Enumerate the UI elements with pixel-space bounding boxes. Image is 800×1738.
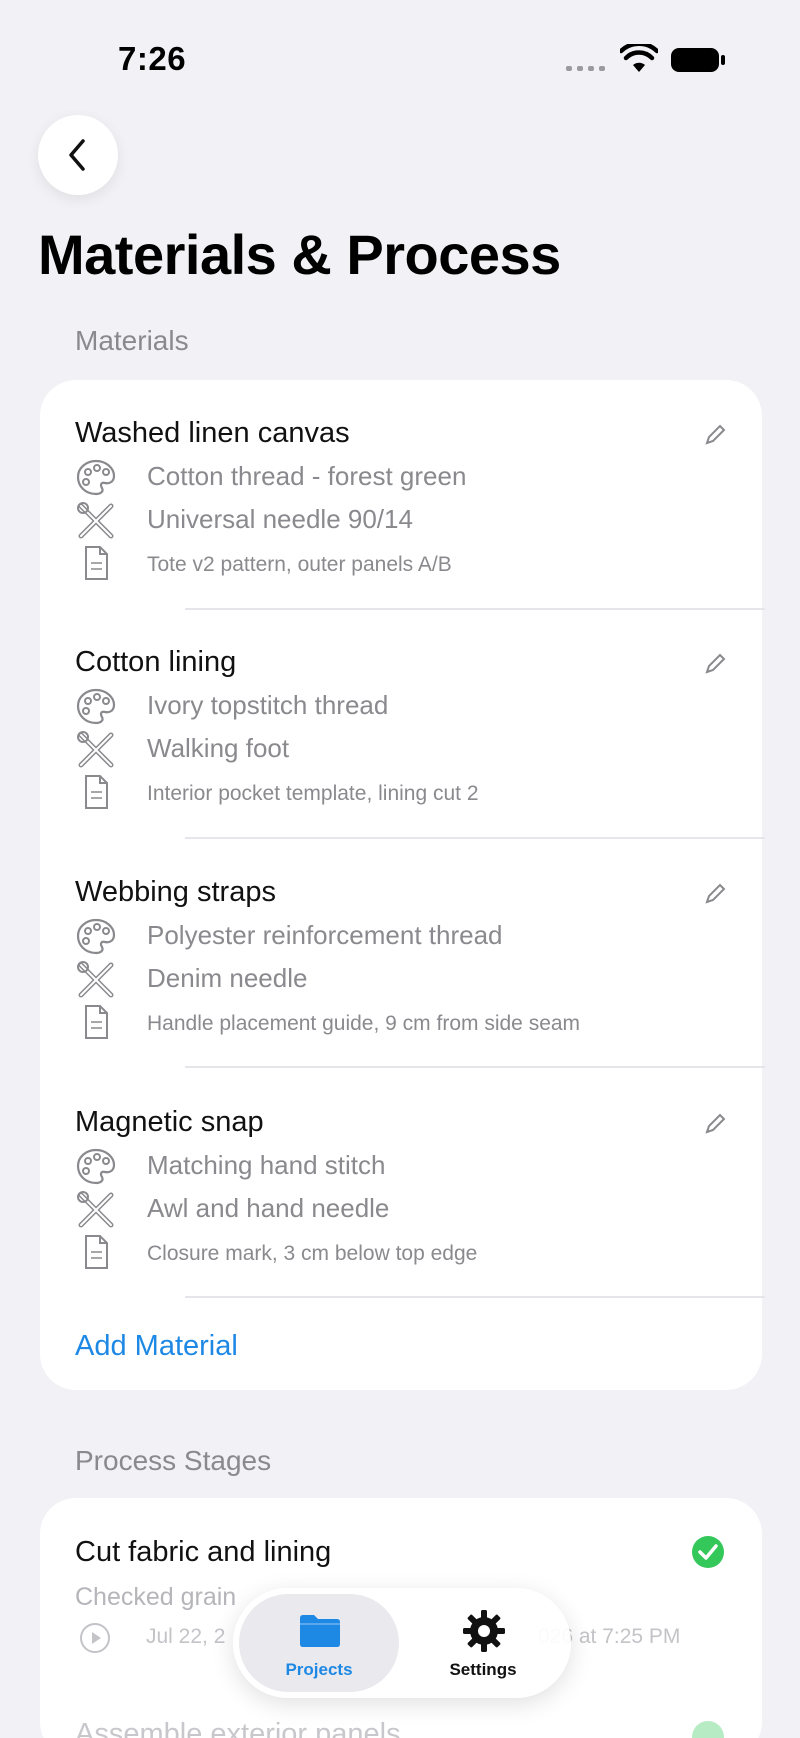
material-note: Closure mark, 3 cm below top edge [147,1242,478,1265]
chevron-left-icon [69,139,85,171]
tools-icon [77,1191,114,1228]
stage-name[interactable]: Assemble exterior panels [75,1718,401,1738]
tab-settings[interactable]: Settings [403,1594,563,1692]
back-button[interactable] [38,115,118,195]
material-note: Tote v2 pattern, outer panels A/B [147,553,452,576]
battery-icon [671,48,725,72]
material-tool: Walking foot [147,733,290,763]
divider [185,1066,765,1068]
status-time: 7:26 [118,40,187,77]
material-thread-row: Polyester reinforcement thread [75,916,727,956]
stage-date-start: Jul 22, 2 [146,1625,226,1648]
palette-icon [76,459,116,496]
material-thread: Matching hand stitch [147,1150,386,1180]
material-thread: Cotton thread - forest green [147,461,467,491]
checkmark-circle-icon [692,1721,724,1738]
material-name: Cotton lining [75,646,237,678]
material-tool: Denim needle [147,963,308,993]
document-icon [85,1005,108,1039]
material-thread: Polyester reinforcement thread [147,920,503,950]
document-icon [85,775,108,809]
status-bar: 7:26 [0,0,800,110]
material-tool-row: Denim needle [75,959,727,999]
folder-icon [300,1615,340,1647]
palette-icon [76,688,116,725]
material-tool-row: Walking foot [75,729,727,769]
material-tool-row: Universal needle 90/14 [75,500,727,540]
tab-label: Projects [285,1660,353,1679]
tools-icon [77,961,114,998]
pencil-icon[interactable] [703,423,727,447]
material-tool-row: Awl and hand needle [75,1189,727,1229]
material-thread-row: Cotton thread - forest green [75,457,727,497]
tools-icon [77,502,114,539]
material-note-row: Tote v2 pattern, outer panels A/B [75,543,727,583]
pencil-icon[interactable] [703,652,727,676]
add-material-button[interactable]: Add Material [75,1330,238,1363]
materials-section-header: Materials [75,325,189,356]
tab-projects[interactable]: Projects [239,1594,399,1692]
stage-name[interactable]: Cut fabric and lining [75,1536,331,1569]
divider [185,837,765,839]
process-section-header: Process Stages [75,1445,272,1476]
checkmark-circle-icon [692,1536,724,1568]
material-note-row: Handle placement guide, 9 cm from side s… [75,1002,727,1042]
material-name: Magnetic snap [75,1106,264,1138]
divider [185,608,765,610]
cellular-signal-icon [566,66,606,72]
page-title: Materials & Process [38,223,561,286]
document-icon [85,546,108,580]
material-tool: Universal needle 90/14 [147,504,413,534]
material-note-row: Closure mark, 3 cm below top edge [75,1232,727,1272]
play-circle-icon [80,1623,110,1653]
material-thread-row: Ivory topstitch thread [75,686,727,726]
palette-icon [76,1148,116,1185]
wifi-icon [620,44,658,72]
material-name: Washed linen canvas [75,417,350,449]
pencil-icon[interactable] [703,1112,727,1136]
material-note: Interior pocket template, lining cut 2 [147,782,479,805]
screen: 7:26 Materials & Process Materials Washe… [0,0,800,1738]
material-note: Handle placement guide, 9 cm from side s… [147,1012,581,1035]
gear-icon [463,1610,505,1652]
material-tool: Awl and hand needle [147,1193,390,1223]
divider [185,1296,765,1298]
materials-card: Washed linen canvas Cotton thread - fore… [40,380,765,1390]
material-thread-row: Matching hand stitch [75,1146,727,1186]
document-icon [85,1235,108,1269]
material-note-row: Interior pocket template, lining cut 2 [75,772,727,812]
palette-icon [76,918,116,955]
tools-icon [77,731,114,768]
stage-note: Checked grain [75,1583,237,1611]
tab-bar: Projects Settings [233,1588,571,1698]
tab-label: Settings [449,1660,517,1679]
material-thread: Ivory topstitch thread [147,690,389,720]
pencil-icon[interactable] [703,882,727,906]
material-name: Webbing straps [75,876,276,908]
